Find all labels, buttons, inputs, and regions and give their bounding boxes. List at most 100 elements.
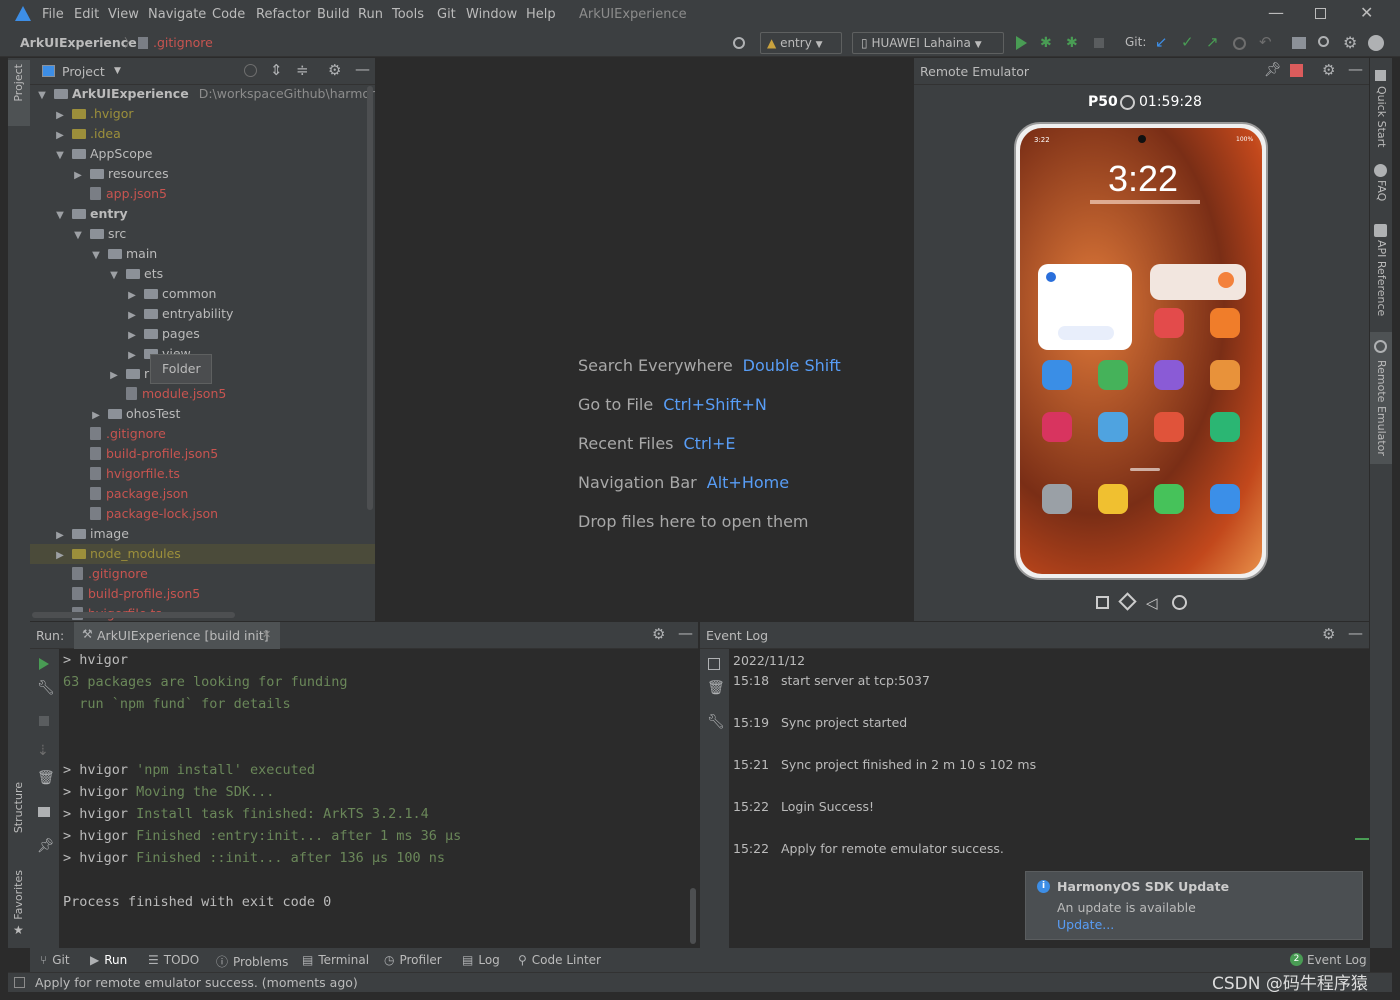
editor-area[interactable]: Search Everywhere Double Shift Go to File C… xyxy=(376,58,913,621)
tree-item[interactable]: ▼ src xyxy=(72,224,126,244)
chevron-down-icon[interactable]: ▼ xyxy=(90,246,102,266)
attach-debugger-icon[interactable]: ✱ xyxy=(1066,35,1078,51)
home-icon[interactable] xyxy=(1172,595,1187,610)
chevron-right-icon[interactable]: ▶ xyxy=(54,106,66,126)
rotate-icon[interactable] xyxy=(1118,592,1137,611)
run-scrollbar[interactable] xyxy=(690,888,696,944)
app-icon[interactable] xyxy=(1210,308,1240,338)
device-select[interactable]: ▯ HUAWEI Lahaina ▼ xyxy=(852,32,1004,54)
minimize-button[interactable]: — xyxy=(1268,3,1284,22)
chevron-down-icon[interactable]: ▼ xyxy=(108,266,120,286)
git-push-icon[interactable]: ↗ xyxy=(1206,33,1219,51)
chevron-right-icon[interactable]: ▶ xyxy=(126,286,138,306)
remote-emulator-tab[interactable]: Remote Emulator xyxy=(1375,360,1388,456)
git-update-icon[interactable]: ↙ xyxy=(1155,33,1168,51)
tree-item[interactable]: ▶ pages xyxy=(126,324,200,344)
menu-refactor[interactable]: Refactor xyxy=(256,7,311,22)
stop-emulator-icon[interactable] xyxy=(1290,64,1303,77)
breadcrumb-file[interactable]: .gitignore xyxy=(153,35,213,50)
app-icon[interactable] xyxy=(1154,412,1184,442)
chevron-down-icon[interactable]: ▼ xyxy=(36,86,48,106)
menu-git[interactable]: Git xyxy=(437,7,456,22)
app-icon[interactable] xyxy=(1042,412,1072,442)
close-button[interactable]: ✕ xyxy=(1360,3,1373,22)
tab-log[interactable]: ▤ Log xyxy=(462,953,500,967)
tree-item[interactable]: hvigorfile.ts xyxy=(72,464,180,484)
hide-panel-icon[interactable]: — xyxy=(678,624,693,642)
tree-item[interactable]: ▶ image xyxy=(54,524,129,544)
app-icon[interactable] xyxy=(1154,484,1184,514)
search-icon[interactable] xyxy=(1318,36,1329,47)
app-icon[interactable] xyxy=(1154,360,1184,390)
back-icon[interactable]: ◁ xyxy=(1146,594,1158,612)
tab-git[interactable]: ⑂ Git xyxy=(40,953,70,967)
api-reference-tab[interactable]: API Reference xyxy=(1375,240,1388,316)
tree-hscrollbar[interactable] xyxy=(32,612,235,618)
screenshot-icon[interactable] xyxy=(1096,596,1109,609)
menu-help[interactable]: Help xyxy=(526,7,556,22)
menu-build[interactable]: Build xyxy=(317,7,350,22)
favorites-tool-label[interactable]: Favorites xyxy=(12,870,25,920)
app-icon[interactable] xyxy=(1098,412,1128,442)
assistant-widget-button[interactable] xyxy=(1058,326,1114,340)
tree-item[interactable]: build-profile.json5 xyxy=(54,584,200,604)
locate-icon[interactable] xyxy=(244,64,257,77)
structure-tool-label[interactable]: Structure xyxy=(12,782,25,833)
scroll-end-icon[interactable]: ⇣ xyxy=(37,743,49,759)
tab-run[interactable]: ▶ Run xyxy=(90,953,127,967)
app-icon[interactable] xyxy=(1210,360,1240,390)
tree-item[interactable]: .gitignore xyxy=(54,564,148,584)
project-structure-icon[interactable] xyxy=(1292,37,1306,49)
chevron-right-icon[interactable]: ▶ xyxy=(126,346,138,366)
clear-all-icon[interactable]: 🗑︎ xyxy=(707,680,725,696)
tree-item[interactable]: ▼ entry xyxy=(54,204,128,224)
phone-screen[interactable]: 3:22 100% 3:22 xyxy=(1020,128,1262,574)
expand-all-icon[interactable]: ⇕ xyxy=(270,61,283,79)
pin-icon[interactable]: 📌︎ xyxy=(37,838,55,854)
project-view-select[interactable]: Project xyxy=(62,64,105,79)
breadcrumb-project[interactable]: ArkUIExperience xyxy=(20,35,137,50)
debug-icon[interactable]: ✱ xyxy=(1040,35,1052,51)
menu-view[interactable]: View xyxy=(108,7,139,22)
layout-icon[interactable] xyxy=(38,807,50,817)
menu-file[interactable]: File xyxy=(42,7,64,22)
tree-item[interactable]: ▶ node_modules xyxy=(30,544,375,564)
tree-item[interactable]: ▼ main xyxy=(90,244,157,264)
menu-tools[interactable]: Tools xyxy=(392,7,424,22)
tree-item[interactable]: ▶ r xyxy=(108,364,149,384)
menu-window[interactable]: Window xyxy=(466,7,517,22)
gear-icon[interactable]: ⚙ xyxy=(328,61,341,79)
app-icon[interactable] xyxy=(1098,360,1128,390)
app-icon[interactable] xyxy=(1042,360,1072,390)
chevron-right-icon[interactable]: ▶ xyxy=(54,526,66,546)
gear-icon[interactable]: ⚙ xyxy=(652,625,665,643)
menu-edit[interactable]: Edit xyxy=(74,7,99,22)
tree-item[interactable]: ▶ entryability xyxy=(126,304,233,324)
quick-start-tab[interactable]: Quick Start xyxy=(1375,86,1388,147)
clear-all-icon[interactable]: 🗑︎ xyxy=(37,770,55,786)
gear-icon[interactable]: ⚙ xyxy=(1322,625,1335,643)
mark-read-icon[interactable] xyxy=(708,658,720,670)
tab-todo[interactable]: ☰ TODO xyxy=(148,953,199,967)
notification-update-link[interactable]: Update... xyxy=(1057,917,1114,932)
project-tool-label[interactable]: Project xyxy=(12,64,25,102)
tree-item[interactable]: .gitignore xyxy=(72,424,166,444)
app-icon[interactable] xyxy=(1098,484,1128,514)
app-icon[interactable] xyxy=(1210,412,1240,442)
tree-item[interactable]: ▶ resources xyxy=(72,164,168,186)
hide-panel-icon[interactable]: — xyxy=(1348,60,1363,78)
git-commit-icon[interactable]: ✓ xyxy=(1181,33,1194,51)
app-icon[interactable] xyxy=(1154,308,1184,338)
chevron-down-icon[interactable]: ▼ xyxy=(72,226,84,246)
chevron-right-icon[interactable]: ▶ xyxy=(126,326,138,346)
chevron-down-icon[interactable]: ▼ xyxy=(54,206,66,226)
chevron-right-icon[interactable]: ▶ xyxy=(90,406,102,426)
tree-item[interactable]: build-profile.json5 xyxy=(72,444,218,464)
chevron-right-icon[interactable]: ▶ xyxy=(72,166,84,186)
target-icon[interactable] xyxy=(733,37,745,49)
menu-run[interactable]: Run xyxy=(358,7,383,22)
chevron-right-icon[interactable]: ▶ xyxy=(54,546,66,566)
chevron-right-icon[interactable]: ▶ xyxy=(54,126,66,146)
stop-icon[interactable] xyxy=(1094,38,1104,48)
app-icon[interactable] xyxy=(1210,484,1240,514)
